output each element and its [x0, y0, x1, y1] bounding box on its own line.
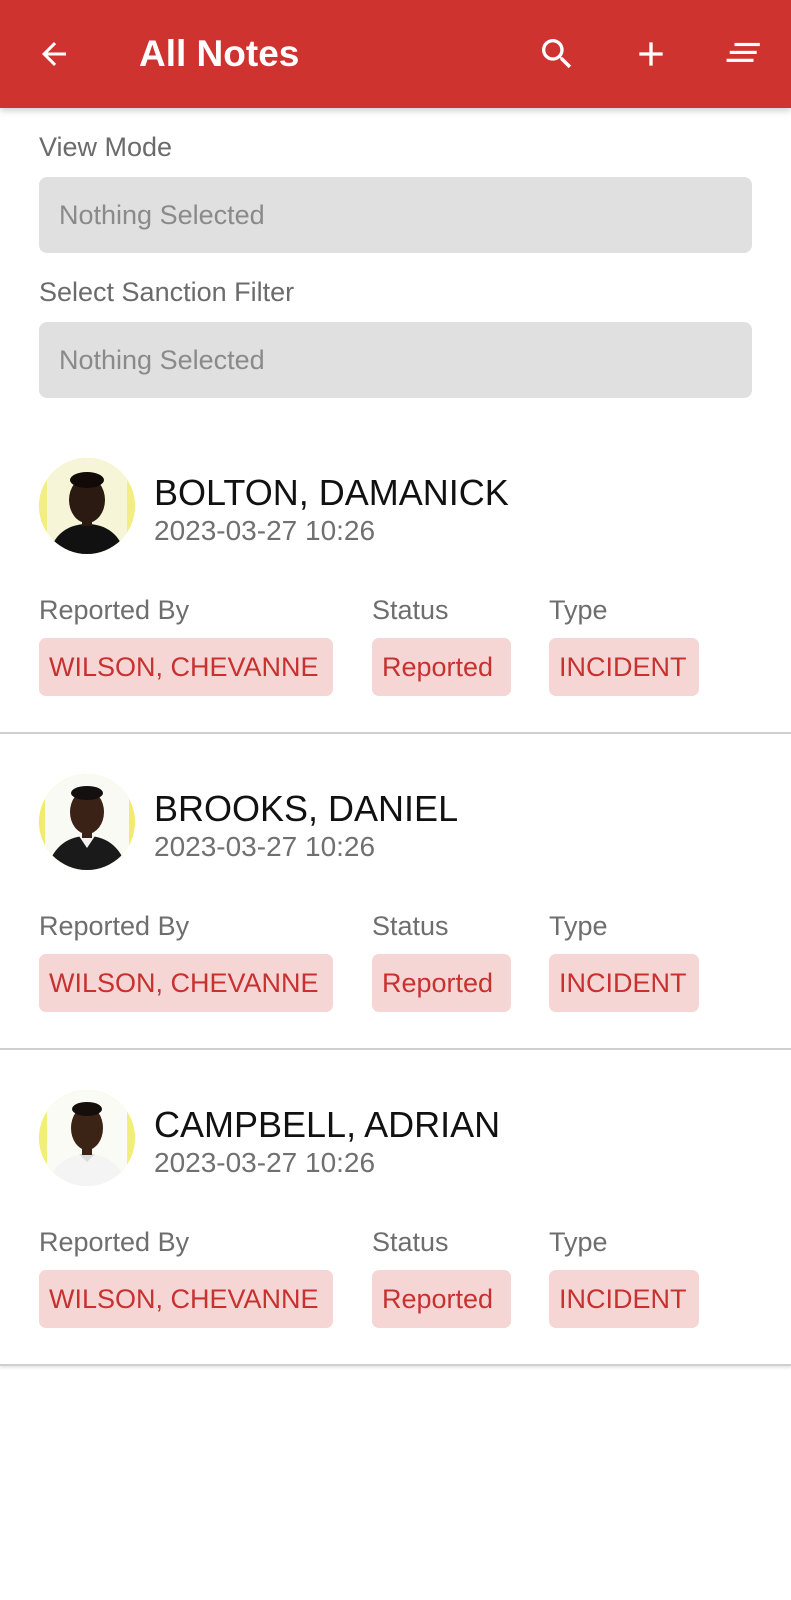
- type-chip: INCIDENT: [549, 1270, 699, 1328]
- note-card[interactable]: CAMPBELL, ADRIAN 2023-03-27 10:26 Report…: [0, 1050, 791, 1366]
- sanction-filter-label: Select Sanction Filter: [39, 277, 295, 307]
- sanction-filter-select[interactable]: Nothing Selected: [39, 322, 752, 398]
- reported-by-chip: WILSON, CHEVANNE: [39, 1270, 333, 1328]
- avatar: [39, 774, 135, 870]
- type-label: Type: [549, 1227, 608, 1257]
- note-card[interactable]: BROOKS, DANIEL 2023-03-27 10:26 Reported…: [0, 734, 791, 1050]
- type-label: Type: [549, 595, 608, 625]
- status-label: Status: [372, 911, 449, 941]
- status-chip: Reported: [372, 638, 511, 696]
- type-chip: INCIDENT: [549, 638, 699, 696]
- search-icon: [542, 39, 572, 69]
- add-note-button[interactable]: [619, 22, 683, 86]
- sort-icon: [726, 42, 760, 62]
- back-button[interactable]: [22, 22, 86, 86]
- avatar: [39, 458, 135, 554]
- view-mode-label: View Mode: [39, 132, 173, 162]
- page-title: All Notes: [139, 33, 300, 74]
- reported-by-label: Reported By: [39, 1227, 190, 1257]
- app-bar: All Notes: [0, 0, 791, 108]
- sanction-filter-value: Nothing Selected: [59, 344, 265, 375]
- type-label: Type: [549, 911, 608, 941]
- search-button[interactable]: [525, 22, 589, 86]
- student-name: BOLTON, DAMANICK: [154, 472, 509, 513]
- note-date: 2023-03-27 10:26: [154, 1147, 376, 1178]
- note-card[interactable]: BOLTON, DAMANICK 2023-03-27 10:26 Report…: [0, 418, 791, 734]
- reported-by-label: Reported By: [39, 595, 190, 625]
- note-date: 2023-03-27 10:26: [154, 831, 376, 862]
- arrow-back-icon: [42, 42, 66, 66]
- view-mode-value: Nothing Selected: [59, 199, 265, 230]
- sort-button[interactable]: [712, 22, 776, 86]
- status-chip: Reported: [372, 954, 511, 1012]
- plus-icon: [639, 42, 663, 66]
- student-name: BROOKS, DANIEL: [154, 788, 459, 829]
- reported-by-label: Reported By: [39, 911, 190, 941]
- student-name: CAMPBELL, ADRIAN: [154, 1104, 501, 1145]
- type-chip: INCIDENT: [549, 954, 699, 1012]
- view-mode-select[interactable]: Nothing Selected: [39, 177, 752, 253]
- note-date: 2023-03-27 10:26: [154, 515, 376, 546]
- status-label: Status: [372, 1227, 449, 1257]
- status-label: Status: [372, 595, 449, 625]
- reported-by-chip: WILSON, CHEVANNE: [39, 638, 333, 696]
- reported-by-chip: WILSON, CHEVANNE: [39, 954, 333, 1012]
- status-chip: Reported: [372, 1270, 511, 1328]
- avatar: [39, 1090, 135, 1186]
